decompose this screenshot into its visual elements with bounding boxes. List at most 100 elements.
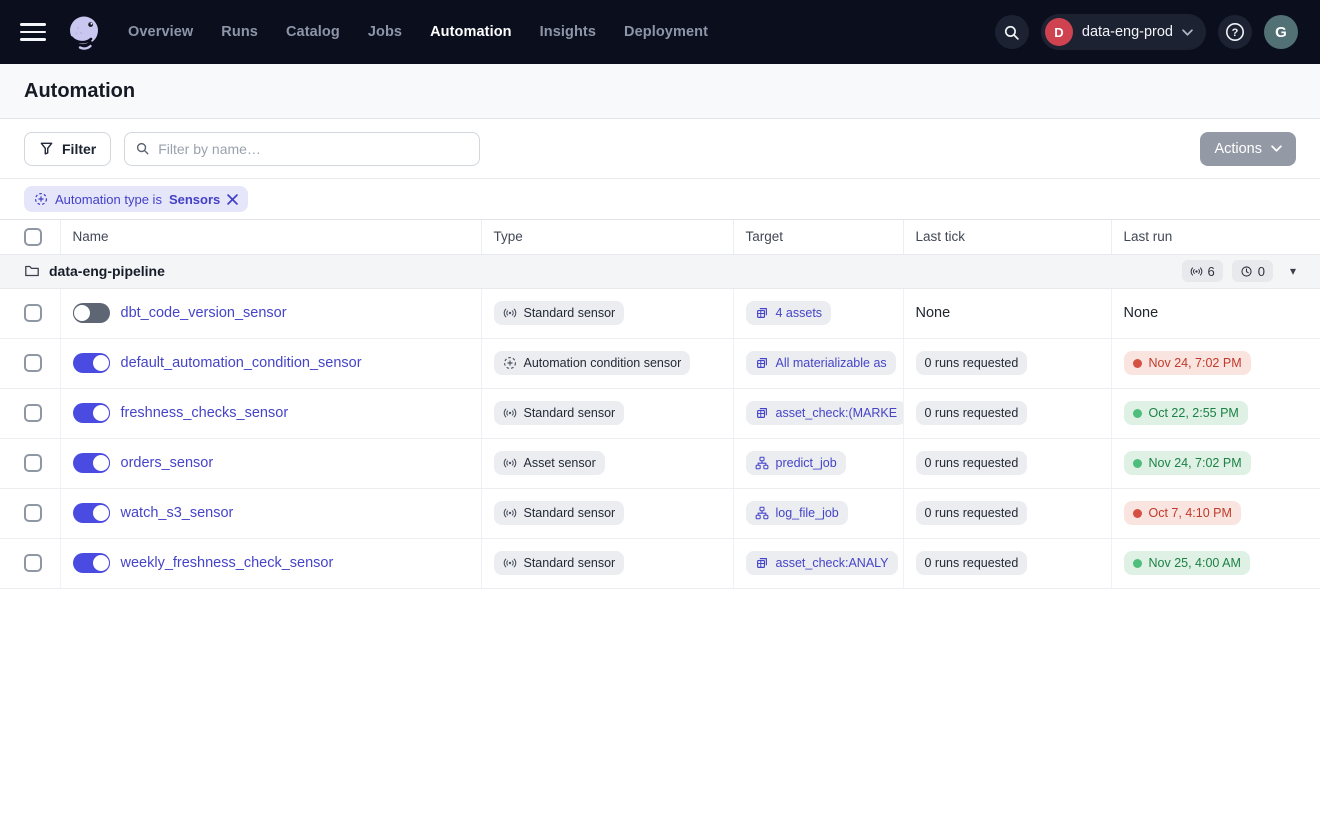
sensors-table: Name Type Target Last tick Last run data… — [0, 220, 1320, 589]
active-filters-row: Automation type is Sensors — [0, 178, 1320, 220]
sensor-name-link[interactable]: watch_s3_sensor — [121, 505, 234, 521]
column-header-type: Type — [481, 220, 733, 254]
help-button[interactable]: ? — [1218, 15, 1252, 49]
row-checkbox[interactable] — [24, 354, 42, 372]
sensor-name-link[interactable]: orders_sensor — [121, 455, 214, 471]
sensor-count-badge: 6 — [1182, 260, 1223, 282]
schedule-count-badge: 0 — [1232, 260, 1273, 282]
help-icon: ? — [1224, 21, 1246, 43]
last-run-badge[interactable]: Oct 7, 4:10 PM — [1124, 501, 1241, 525]
sensor-row: dbt_code_version_sensor Standard sensor — [0, 288, 1320, 338]
sensor-name-link[interactable]: weekly_freshness_check_sensor — [121, 555, 334, 571]
last-tick-badge: 0 runs requested — [916, 351, 1028, 375]
enable-toggle[interactable] — [73, 403, 110, 423]
search-button[interactable] — [995, 15, 1029, 49]
schedule-count: 0 — [1258, 264, 1265, 279]
toolbar: Filter Actions — [0, 119, 1320, 178]
target-badge[interactable]: asset_check:ANALY — [746, 551, 898, 575]
nav-item-deployment[interactable]: Deployment — [624, 24, 708, 40]
enable-toggle[interactable] — [73, 453, 110, 473]
last-run-label: Oct 22, 2:55 PM — [1149, 406, 1239, 420]
filter-chip-automation-type[interactable]: Automation type is Sensors — [24, 186, 248, 212]
nav-item-catalog[interactable]: Catalog — [286, 24, 340, 40]
type-badge-label: Standard sensor — [524, 306, 616, 320]
remove-filter-icon[interactable] — [227, 194, 238, 205]
last-run-none: None — [1124, 305, 1159, 321]
last-run-label: Oct 7, 4:10 PM — [1149, 506, 1232, 520]
sensor-name-link[interactable]: dbt_code_version_sensor — [121, 305, 287, 321]
page-header: Automation — [0, 64, 1320, 119]
column-header-target: Target — [733, 220, 903, 254]
target-badge-label: 4 assets — [776, 306, 823, 320]
job-graph-icon — [755, 456, 769, 470]
name-filter-input[interactable] — [158, 141, 469, 157]
nav-item-runs[interactable]: Runs — [221, 24, 258, 40]
column-header-name: Name — [60, 220, 481, 254]
type-badge-label: Standard sensor — [524, 406, 616, 420]
sensor-icon — [503, 406, 517, 420]
dagster-logo[interactable] — [62, 10, 106, 54]
last-tick-badge: 0 runs requested — [916, 451, 1028, 475]
last-tick-label: 0 runs requested — [925, 456, 1019, 470]
last-run-cell: Nov 24, 7:02 PM — [1111, 338, 1320, 388]
last-run-badge[interactable]: Oct 22, 2:55 PM — [1124, 401, 1248, 425]
nav-item-insights[interactable]: Insights — [540, 24, 596, 40]
actions-button[interactable]: Actions — [1200, 132, 1296, 166]
last-tick-cell: 0 runs requested — [903, 388, 1111, 438]
enable-toggle[interactable] — [73, 553, 110, 573]
workspace-name: data-eng-prod — [1082, 24, 1173, 40]
last-tick-badge: 0 runs requested — [916, 401, 1028, 425]
type-badge-label: Standard sensor — [524, 506, 616, 520]
enable-toggle[interactable] — [73, 303, 110, 323]
nav-item-overview[interactable]: Overview — [128, 24, 193, 40]
user-avatar[interactable]: G — [1264, 15, 1298, 49]
filter-button[interactable]: Filter — [24, 132, 111, 166]
search-icon — [135, 141, 150, 156]
sensor-icon — [503, 456, 517, 470]
last-run-badge[interactable]: Nov 24, 7:02 PM — [1124, 451, 1251, 475]
column-header-last-run: Last run — [1111, 220, 1320, 254]
sensor-name-link[interactable]: freshness_checks_sensor — [121, 405, 289, 421]
table-header-row: Name Type Target Last tick Last run — [0, 220, 1320, 254]
sensor-icon — [503, 556, 517, 570]
sensor-icon — [503, 506, 517, 520]
target-badge[interactable]: All materializable as — [746, 351, 896, 375]
nav-item-automation[interactable]: Automation — [430, 24, 512, 40]
nav-item-jobs[interactable]: Jobs — [368, 24, 402, 40]
last-run-badge[interactable]: Nov 24, 7:02 PM — [1124, 351, 1251, 375]
row-checkbox[interactable] — [24, 304, 42, 322]
row-checkbox[interactable] — [24, 454, 42, 472]
filter-button-label: Filter — [62, 141, 96, 157]
workspace-switcher[interactable]: D data-eng-prod — [1041, 14, 1206, 50]
enable-toggle[interactable] — [73, 503, 110, 523]
last-run-badge[interactable]: Nov 25, 4:00 AM — [1124, 551, 1250, 575]
target-badge-label: predict_job — [776, 456, 837, 470]
row-checkbox[interactable] — [24, 504, 42, 522]
group-collapse-caret[interactable]: ▾ — [1290, 264, 1296, 278]
page-title: Automation — [24, 80, 135, 103]
target-badge[interactable]: predict_job — [746, 451, 846, 475]
target-badge[interactable]: log_file_job — [746, 501, 848, 525]
row-checkbox[interactable] — [24, 404, 42, 422]
sensor-row: freshness_checks_sensor Standard sensor — [0, 388, 1320, 438]
type-badge: Automation condition sensor — [494, 351, 691, 375]
last-run-cell: Oct 22, 2:55 PM — [1111, 388, 1320, 438]
enable-toggle[interactable] — [73, 353, 110, 373]
job-graph-icon — [755, 506, 769, 520]
chevron-down-icon — [1271, 145, 1282, 152]
chevron-down-icon — [1182, 29, 1193, 36]
search-icon — [1003, 24, 1020, 41]
run-status-dot — [1133, 509, 1142, 518]
type-badge-label: Automation condition sensor — [524, 356, 682, 370]
last-tick-cell: 0 runs requested — [903, 488, 1111, 538]
target-badge[interactable]: 4 assets — [746, 301, 832, 325]
select-all-checkbox[interactable] — [24, 228, 42, 246]
sensor-name-link[interactable]: default_automation_condition_sensor — [121, 355, 362, 371]
row-checkbox[interactable] — [24, 554, 42, 572]
target-badge-label: All materializable as — [776, 356, 887, 370]
last-tick-cell: 0 runs requested — [903, 438, 1111, 488]
last-run-label: Nov 25, 4:00 AM — [1149, 556, 1241, 570]
target-badge[interactable]: asset_check:(MARKE — [746, 401, 904, 425]
hamburger-menu-icon[interactable] — [20, 23, 46, 41]
last-tick-label: 0 runs requested — [925, 356, 1019, 370]
